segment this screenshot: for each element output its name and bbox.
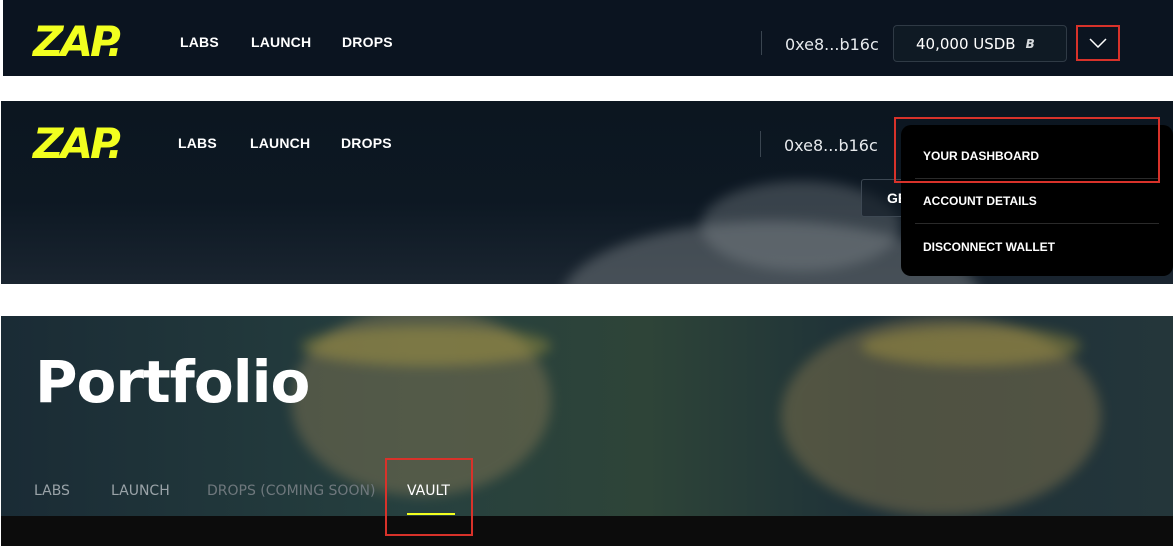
portfolio-hero: Portfolio LABS LAUNCH DROPS (COMING SOON… — [1, 316, 1173, 546]
nav-labs[interactable]: LABS — [178, 135, 217, 151]
tab-drops-coming-soon: DROPS (COMING SOON) — [207, 483, 376, 499]
menu-divider — [915, 223, 1159, 224]
wallet-address[interactable]: 0xe8...b16c — [784, 136, 878, 155]
account-menu-toggle[interactable] — [1076, 25, 1120, 61]
partial-button[interactable]: GE — [861, 179, 907, 217]
tab-labs[interactable]: LABS — [34, 483, 70, 499]
tab-launch[interactable]: LAUNCH — [111, 483, 170, 499]
nav-drops[interactable]: DROPS — [341, 135, 392, 151]
balance-display[interactable]: 40,000 USDB B — [893, 25, 1067, 62]
header-divider — [760, 131, 761, 157]
chevron-down-icon — [1089, 38, 1107, 48]
nav-labs[interactable]: LABS — [180, 34, 219, 50]
usdb-token-icon: B — [1025, 36, 1035, 51]
wallet-address[interactable]: 0xe8...b16c — [785, 35, 879, 54]
menu-item-account-details[interactable]: ACCOUNT DETAILS — [923, 194, 1037, 208]
header-panel-1: ZAP. LABS LAUNCH DROPS 0xe8...b16c 40,00… — [3, 0, 1173, 76]
nav-drops[interactable]: DROPS — [342, 34, 393, 50]
zap-logo[interactable]: ZAP. — [33, 123, 123, 165]
highlight-box — [894, 117, 1160, 183]
zap-logo[interactable]: ZAP. — [33, 21, 123, 63]
hero-hair-left — [301, 326, 551, 366]
nav-launch[interactable]: LAUNCH — [250, 135, 310, 151]
content-area — [1, 516, 1173, 546]
highlight-box — [385, 458, 473, 536]
header-divider — [761, 31, 762, 55]
page-title: Portfolio — [35, 348, 310, 416]
nav-launch[interactable]: LAUNCH — [251, 34, 311, 50]
hero-hair-right — [861, 326, 1081, 366]
menu-item-disconnect-wallet[interactable]: DISCONNECT WALLET — [923, 240, 1055, 254]
header-panel-2: ZAP. LABS LAUNCH DROPS 0xe8...b16c GE YO… — [1, 101, 1173, 284]
balance-value: 40,000 USDB — [916, 34, 1016, 53]
